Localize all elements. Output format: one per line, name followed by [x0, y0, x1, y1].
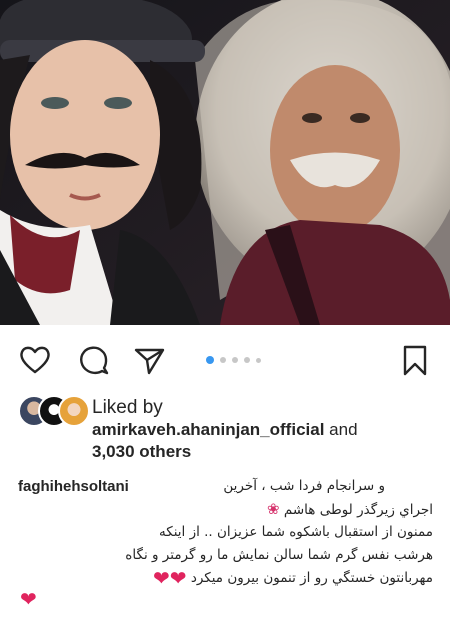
caption-line: ❤	[18, 590, 433, 614]
comment-icon[interactable]	[76, 343, 110, 377]
carousel-indicator	[206, 356, 261, 365]
caption-text: اجراي زيرگذر لوطى هاشم	[283, 502, 433, 518]
carousel-dot	[244, 357, 250, 363]
carousel-dot	[256, 357, 261, 363]
liked-by-label: Liked by	[92, 397, 163, 418]
heart-icon[interactable]	[18, 343, 52, 377]
caption-line: ممنون از استقبال باشکوه شما عزیزان .. از…	[18, 521, 433, 544]
caption-username[interactable]: faghihehsoltani	[18, 475, 129, 498]
post-action-bar	[0, 335, 450, 381]
caption-line: اجراي زيرگذر لوطى هاشم ❀	[18, 498, 433, 521]
bookmark-icon[interactable]	[398, 343, 432, 377]
caption-line: faghihehsoltani و سرانجام فردا شب ، آخری…	[18, 475, 433, 498]
avatar	[58, 395, 90, 427]
carousel-dot-active	[206, 356, 214, 364]
liked-by-conjunction: and	[329, 420, 358, 439]
likes-count[interactable]: 3,030 others	[92, 442, 191, 462]
caption-line: هرشب نفس گرم شما سالن نمایش ما رو گرمتر …	[18, 544, 433, 567]
post-caption: faghihehsoltani و سرانجام فردا شب ، آخری…	[18, 475, 433, 614]
red-heart-icon: ❤	[152, 566, 170, 590]
flower-icon: ❀	[267, 500, 280, 518]
photo-illustration	[0, 0, 450, 325]
caption-text: و سرانجام فردا شب ، آخرین	[223, 478, 385, 494]
red-heart-icon: ❤	[169, 566, 187, 590]
carousel-dot	[220, 357, 226, 363]
caption-text: هرشب نفس گرم شما سالن نمایش ما رو گرمتر …	[125, 547, 433, 563]
caption-text: مهربانتون خستگي رو از تنمون بیرون میکرد	[190, 570, 433, 586]
share-icon[interactable]	[132, 343, 166, 377]
carousel-dot	[232, 357, 238, 363]
liker-avatars[interactable]	[18, 395, 90, 427]
liked-by-line: amirkaveh.ahaninjan_official and	[92, 420, 358, 440]
caption-line: مهربانتون خستگي رو از تنمون بیرون میکرد …	[18, 567, 433, 590]
post-photo[interactable]	[0, 0, 450, 325]
liker-username[interactable]: amirkaveh.ahaninjan_official	[92, 420, 324, 439]
caption-text: ممنون از استقبال باشکوه شما عزیزان .. از…	[159, 524, 433, 540]
red-heart-icon: ❤	[20, 589, 37, 611]
